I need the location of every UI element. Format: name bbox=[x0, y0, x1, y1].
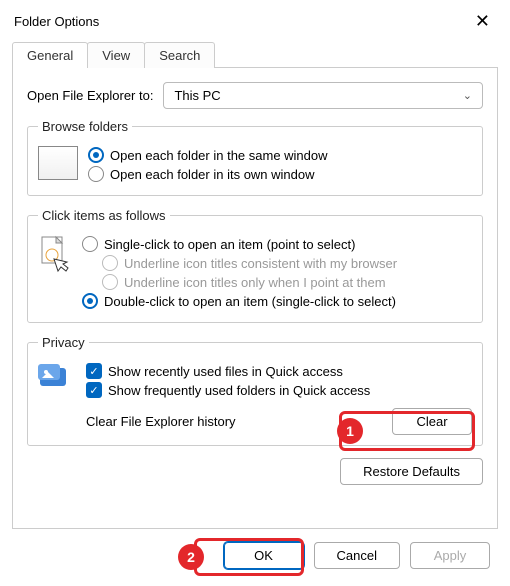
cancel-button[interactable]: Cancel bbox=[314, 542, 400, 569]
browse-folders-group: Browse folders Open each folder in the s… bbox=[27, 119, 483, 196]
window-icon bbox=[38, 146, 78, 180]
tab-search[interactable]: Search bbox=[144, 42, 215, 68]
tab-strip: General View Search bbox=[12, 42, 498, 68]
clear-history-label: Clear File Explorer history bbox=[86, 414, 236, 429]
ok-button[interactable]: OK bbox=[224, 542, 304, 569]
check-label: Show frequently used folders in Quick ac… bbox=[108, 383, 370, 398]
radio-label: Open each folder in its own window bbox=[110, 167, 315, 182]
open-to-label: Open File Explorer to: bbox=[27, 88, 153, 103]
radio-icon bbox=[82, 236, 98, 252]
open-to-select[interactable]: This PC ⌄ bbox=[163, 82, 483, 109]
dialog-button-row: OK Cancel Apply bbox=[0, 542, 510, 583]
radio-single-click[interactable]: Single-click to open an item (point to s… bbox=[82, 236, 472, 252]
radio-double-click[interactable]: Double-click to open an item (single-cli… bbox=[82, 293, 472, 309]
tab-panel-general: Open File Explorer to: This PC ⌄ Browse … bbox=[12, 67, 498, 529]
check-recent-files[interactable]: ✓ Show recently used files in Quick acce… bbox=[86, 363, 472, 379]
privacy-group: Privacy ✓ Show recently used files in Qu… bbox=[27, 335, 483, 446]
privacy-icon bbox=[38, 362, 76, 392]
radio-label: Double-click to open an item (single-cli… bbox=[104, 294, 396, 309]
tab-general[interactable]: General bbox=[12, 42, 88, 68]
radio-own-window[interactable]: Open each folder in its own window bbox=[88, 166, 472, 182]
tab-view[interactable]: View bbox=[87, 42, 145, 68]
restore-defaults-button[interactable]: Restore Defaults bbox=[340, 458, 483, 485]
checkbox-icon: ✓ bbox=[86, 363, 102, 379]
apply-button: Apply bbox=[410, 542, 490, 569]
radio-icon bbox=[88, 147, 104, 163]
checkbox-icon: ✓ bbox=[86, 382, 102, 398]
window-title: Folder Options bbox=[14, 14, 99, 29]
radio-label: Open each folder in the same window bbox=[110, 148, 328, 163]
radio-icon bbox=[88, 166, 104, 182]
radio-underline-browser: Underline icon titles consistent with my… bbox=[102, 255, 472, 271]
chevron-down-icon: ⌄ bbox=[463, 89, 472, 102]
privacy-legend: Privacy bbox=[38, 335, 89, 350]
click-legend: Click items as follows bbox=[38, 208, 170, 223]
radio-same-window[interactable]: Open each folder in the same window bbox=[88, 147, 472, 163]
check-frequent-folders[interactable]: ✓ Show frequently used folders in Quick … bbox=[86, 382, 472, 398]
open-to-value: This PC bbox=[174, 88, 220, 103]
browse-legend: Browse folders bbox=[38, 119, 132, 134]
close-icon[interactable]: ✕ bbox=[469, 11, 496, 32]
click-file-icon bbox=[38, 235, 72, 273]
radio-icon bbox=[82, 293, 98, 309]
radio-label: Single-click to open an item (point to s… bbox=[104, 237, 355, 252]
check-label: Show recently used files in Quick access bbox=[108, 364, 343, 379]
radio-underline-point: Underline icon titles only when I point … bbox=[102, 274, 472, 290]
click-items-group: Click items as follows Single-click to o… bbox=[27, 208, 483, 323]
radio-icon bbox=[102, 255, 118, 271]
radio-icon bbox=[102, 274, 118, 290]
radio-label: Underline icon titles consistent with my… bbox=[124, 256, 397, 271]
radio-label: Underline icon titles only when I point … bbox=[124, 275, 386, 290]
clear-button[interactable]: Clear bbox=[392, 408, 472, 435]
titlebar: Folder Options ✕ bbox=[0, 0, 510, 42]
